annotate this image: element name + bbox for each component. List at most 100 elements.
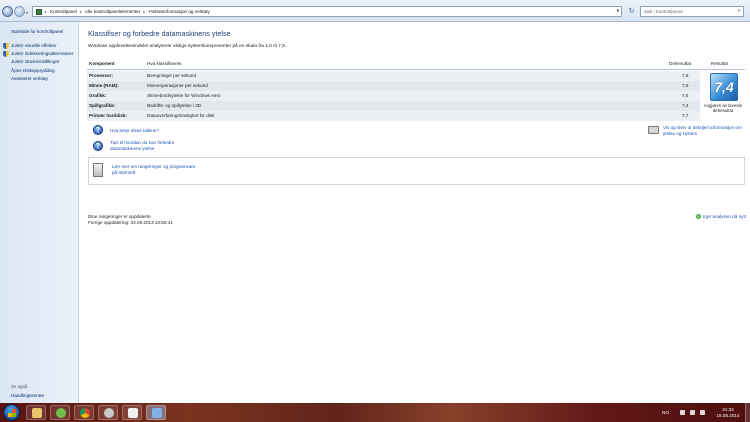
component-name: Grafikk: bbox=[89, 93, 107, 98]
chevron-right-icon[interactable]: ▸ bbox=[80, 9, 82, 14]
component-description: Skrivebordsytelse for Windows Aero bbox=[147, 93, 221, 98]
component-name: Minne (RAM): bbox=[89, 83, 119, 88]
chevron-right-icon[interactable]: ▸ bbox=[143, 9, 145, 14]
utorrent-icon bbox=[56, 408, 66, 418]
link-line[interactable]: Vis og skriv ut detaljert informasjon om bbox=[663, 125, 742, 131]
base-score-panel: 7,4 Avgjøres av laveste delresultat bbox=[701, 71, 745, 123]
help-icon[interactable]: ? bbox=[93, 141, 103, 151]
link-line[interactable]: på Internett bbox=[112, 170, 196, 176]
sidebar: Startside for kontrollpanel Juster visue… bbox=[0, 22, 79, 403]
component-name: Prosessor: bbox=[89, 73, 114, 78]
component-score: 7,6 bbox=[682, 73, 689, 78]
base-score-badge: 7,4 bbox=[710, 73, 738, 101]
taskbar-app[interactable] bbox=[98, 405, 118, 420]
clock-date: 15.05.2014 bbox=[716, 412, 740, 418]
component-description: Minneoperasjoner per sekund bbox=[147, 83, 208, 88]
see-also-label: Se også bbox=[11, 384, 28, 389]
sidebar-item-advanced-tools[interactable]: Avanserte verktøy bbox=[11, 76, 48, 81]
clock[interactable]: 21:32 15.05.2014 bbox=[714, 407, 742, 418]
disc-icon bbox=[104, 408, 114, 418]
recent-pages-dropdown-icon[interactable]: ▾ bbox=[26, 10, 28, 15]
sidebar-item-disk-cleanup[interactable]: Åpne Diskopprydding bbox=[11, 68, 55, 73]
start-button[interactable] bbox=[3, 404, 20, 421]
learn-more-link[interactable]: Lær mer om rangeringer og programvare på… bbox=[112, 164, 196, 175]
component-description: Beregninger per sekund bbox=[147, 73, 197, 78]
shield-icon bbox=[3, 43, 9, 49]
control-panel-icon bbox=[36, 8, 42, 15]
link-line[interactable]: datamaskinens ytelse bbox=[110, 146, 174, 152]
sidebar-item-indexing[interactable]: Juster indekseringsalternativer bbox=[11, 51, 73, 56]
chevron-right-icon[interactable]: ▸ bbox=[45, 9, 47, 14]
shield-icon bbox=[3, 51, 9, 57]
page-title: Klassifiser og forbedre datamaskinens yt… bbox=[88, 29, 231, 38]
search-placeholder: Søk i Kontrollpanel bbox=[644, 9, 683, 14]
component-name: Primær harddisk: bbox=[89, 113, 128, 118]
chevron-down-icon[interactable]: ▾ bbox=[617, 8, 619, 14]
rerun-assessment-link[interactable]: Kjør analysen på nytt bbox=[695, 214, 746, 219]
link-line[interactable]: Lær mer om rangeringer og programvare bbox=[112, 164, 196, 170]
table-row: Primær harddisk: Dataoverføringshastighe… bbox=[87, 111, 700, 121]
taskbar: NO 21:32 15.05.2014 bbox=[0, 403, 750, 422]
forward-button[interactable]: › bbox=[14, 6, 25, 17]
component-score: 7,6 bbox=[682, 83, 689, 88]
print-details-link[interactable]: Vis og skriv ut detaljert informasjon om… bbox=[663, 125, 742, 136]
sidebar-item-action-center[interactable]: Handlingssenter bbox=[11, 393, 44, 398]
component-score: 7,6 bbox=[682, 93, 689, 98]
search-input[interactable]: Søk i Kontrollpanel ⌕ bbox=[640, 6, 744, 17]
network-icon[interactable] bbox=[690, 410, 695, 415]
breadcrumb[interactable]: ▸ Kontrollpanel ▸ Alle kontrollpanelelem… bbox=[32, 6, 622, 17]
language-indicator[interactable]: NO bbox=[662, 410, 669, 415]
breadcrumb-item[interactable]: Ytelsesinformasjon og verktøy bbox=[148, 9, 210, 14]
printer-icon[interactable] bbox=[648, 126, 659, 134]
header-component: Komponent bbox=[89, 61, 115, 66]
table-row: Spillgrafikk: Bedrifts- og spillytelse i… bbox=[87, 101, 700, 111]
back-button[interactable]: ‹ bbox=[2, 6, 13, 17]
table-row: Minne (RAM): Minneoperasjoner per sekund… bbox=[87, 81, 700, 91]
volume-icon[interactable] bbox=[700, 410, 705, 415]
page-subtitle: Windows opplevelsesindeks analyserer vik… bbox=[88, 44, 287, 49]
table-row: Grafikk: Skrivebordsytelse for Windows A… bbox=[87, 91, 700, 101]
update-status: Dine rangeringer er oppdaterte Forrige o… bbox=[88, 214, 173, 226]
component-description: Bedrifts- og spillytelse i 3D bbox=[147, 103, 202, 108]
address-bar: ‹ › ▾ ▸ Kontrollpanel ▸ Alle kontrollpan… bbox=[0, 0, 750, 22]
refresh-icon[interactable]: ↻ bbox=[626, 7, 637, 17]
taskbar-chrome[interactable] bbox=[74, 405, 94, 420]
divider bbox=[87, 69, 745, 70]
taskbar-torrent[interactable] bbox=[50, 405, 70, 420]
learn-more-box: Lær mer om rangeringer og programvare på… bbox=[88, 157, 745, 185]
help-icon[interactable]: ? bbox=[93, 125, 103, 135]
last-update-line: Forrige oppdatering: 02.09.2013 10:59:41 bbox=[88, 220, 173, 225]
tray-arrow-icon[interactable] bbox=[680, 410, 685, 415]
component-score: 7,7 bbox=[682, 113, 689, 118]
base-score-caption: Avgjøres av laveste delresultat bbox=[703, 103, 743, 113]
rerun-icon[interactable] bbox=[695, 214, 701, 219]
app-icon bbox=[128, 408, 138, 418]
table-row: Prosessor: Beregninger per sekund 7,6 bbox=[87, 71, 700, 81]
rerun-label[interactable]: Kjør analysen på nytt bbox=[703, 214, 746, 219]
sidebar-item-power[interactable]: Juster strøminnstillinger bbox=[11, 59, 60, 64]
header-subscore: Delresultat bbox=[669, 61, 691, 66]
component-score: 7,4 bbox=[682, 103, 689, 108]
link-line[interactable]: Tips til hvordan du kan forbedre bbox=[110, 140, 174, 146]
header-result: Resultat bbox=[711, 61, 728, 66]
taskbar-control-panel[interactable] bbox=[146, 405, 166, 420]
show-desktop-button[interactable] bbox=[745, 403, 750, 422]
breadcrumb-item[interactable]: Alle kontrollpanelelementer bbox=[85, 9, 140, 14]
main-content: Klassifiser og forbedre datamaskinens yt… bbox=[80, 22, 750, 403]
what-do-numbers-mean-link[interactable]: Hva betyr disse tallene? bbox=[110, 128, 159, 134]
taskbar-explorer[interactable] bbox=[26, 405, 46, 420]
table-body: Prosessor: Beregninger per sekund 7,6 Mi… bbox=[87, 71, 700, 121]
search-icon[interactable]: ⌕ bbox=[738, 7, 741, 16]
folder-icon bbox=[32, 408, 42, 418]
sidebar-home-link[interactable]: Startside for kontrollpanel bbox=[11, 29, 63, 34]
link-line[interactable]: ytelse og system bbox=[663, 131, 742, 137]
taskbar-app-2[interactable] bbox=[122, 405, 142, 420]
performance-tips-link[interactable]: Tips til hvordan du kan forbedre datamas… bbox=[110, 140, 174, 151]
chrome-icon bbox=[80, 408, 90, 418]
component-name: Spillgrafikk: bbox=[89, 103, 116, 108]
breadcrumb-item[interactable]: Kontrollpanel bbox=[50, 9, 77, 14]
component-description: Dataoverføringshastighet for disk bbox=[147, 113, 215, 118]
header-rated: Hva klassifiseres bbox=[147, 61, 182, 66]
control-panel-icon bbox=[152, 408, 162, 418]
sidebar-item-visual-effects[interactable]: Juster visuelle effekter bbox=[11, 43, 57, 48]
